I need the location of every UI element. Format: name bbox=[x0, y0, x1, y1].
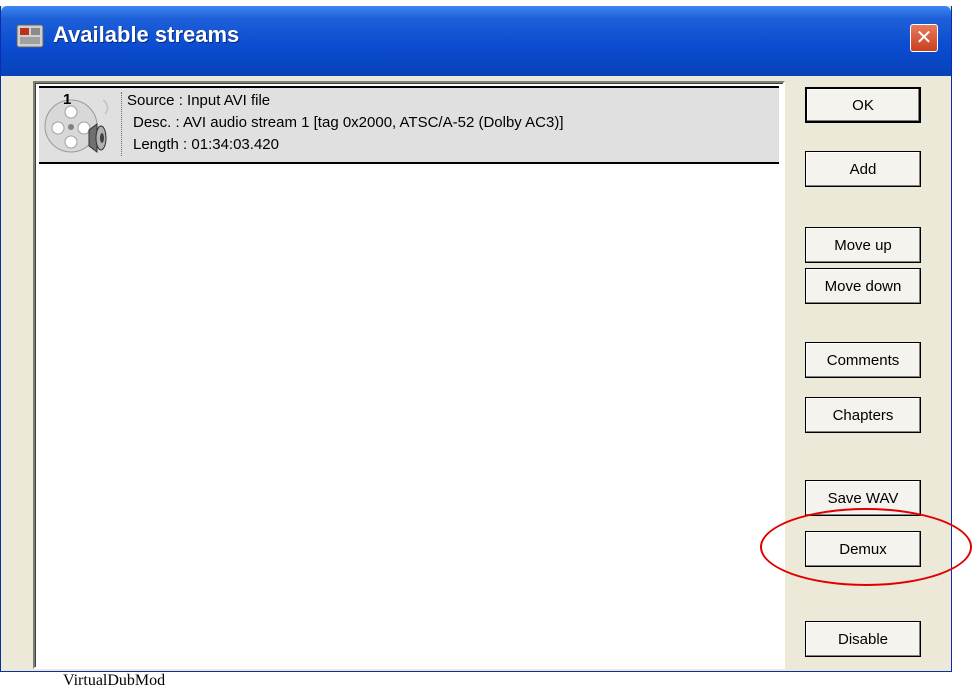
row-separator bbox=[121, 92, 122, 156]
figure-caption: VirtualDubMod bbox=[63, 672, 166, 689]
ok-button[interactable]: OK bbox=[805, 87, 921, 123]
window-title: Available streams bbox=[53, 22, 240, 47]
title-bar[interactable]: Available streams ✕ bbox=[1, 6, 951, 76]
stream-row[interactable]: 1 Source : Input AVI file Desc. : AVI au… bbox=[39, 86, 779, 164]
stream-index: 1 bbox=[63, 91, 72, 108]
film-reel-speaker-icon bbox=[44, 99, 109, 153]
app-icon bbox=[16, 24, 44, 48]
move-up-button[interactable]: Move up bbox=[805, 227, 921, 263]
demux-button[interactable]: Demux bbox=[805, 531, 921, 567]
disable-button[interactable]: Disable bbox=[805, 621, 921, 657]
stream-description: Desc. : AVI audio stream 1 [tag 0x2000, … bbox=[133, 114, 564, 131]
chapters-button[interactable]: Chapters bbox=[805, 397, 921, 433]
move-down-button[interactable]: Move down bbox=[805, 268, 921, 304]
close-button[interactable]: ✕ bbox=[910, 24, 938, 52]
close-icon: ✕ bbox=[915, 27, 933, 49]
save-wav-button[interactable]: Save WAV bbox=[805, 480, 921, 516]
add-button[interactable]: Add bbox=[805, 151, 921, 187]
stream-list[interactable]: 1 Source : Input AVI file Desc. : AVI au… bbox=[33, 81, 785, 669]
dialog-body: 1 Source : Input AVI file Desc. : AVI au… bbox=[5, 76, 947, 669]
available-streams-dialog: Available streams ✕ 1 Source: Input AVI… bbox=[0, 6, 952, 672]
stream-source: Source : Input AVI file bbox=[127, 92, 271, 109]
stream-length: Length : 01:34:03.420 bbox=[133, 136, 279, 153]
comments-button[interactable]: Comments bbox=[805, 342, 921, 378]
